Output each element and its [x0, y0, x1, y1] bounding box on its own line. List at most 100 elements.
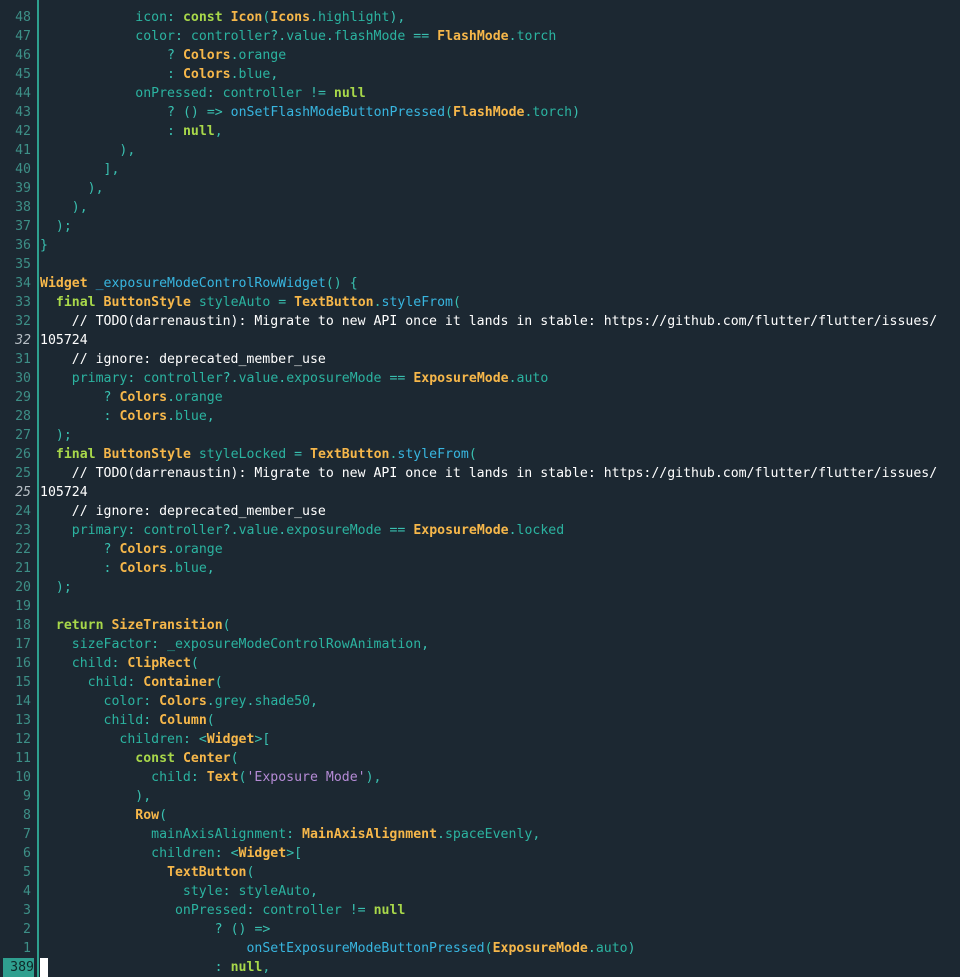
code-text: color: Colors.grey.shade50, [103, 694, 318, 709]
code-line[interactable]: 46 ? Colors.orange [0, 46, 960, 65]
code-line[interactable]: 2 ? () => [0, 920, 960, 939]
line-number: 1 [23, 941, 31, 956]
code-text: : null, [167, 124, 223, 139]
code-line[interactable]: 32 // TODO(darrenaustin): Migrate to new… [0, 312, 960, 331]
line-number: 33 [15, 295, 31, 310]
code-line[interactable]: 25 105724 [0, 483, 960, 502]
code-editor[interactable]: 48 icon: const Icon(Icons.highlight), 47 … [0, 0, 960, 977]
code-line[interactable]: 45 : Colors.blue, [0, 65, 960, 84]
code-line[interactable]: 5 TextButton( [0, 863, 960, 882]
line-number: 5 [23, 865, 31, 880]
code-text: ? Colors.orange [103, 390, 223, 405]
code-text: 105724 [40, 485, 88, 500]
code-text: ? () => [214, 922, 271, 937]
line-number: 20 [15, 580, 31, 595]
line-number: 44 [15, 86, 31, 101]
line-number: 24 [15, 504, 31, 519]
code-line[interactable]: 9 ), [0, 787, 960, 806]
code-text: ? Colors.orange [167, 48, 287, 63]
code-text: children: <Widget>[ [119, 732, 271, 747]
code-line[interactable]: 6 children: <Widget>[ [0, 844, 960, 863]
code-text: onPressed: controller != null [174, 903, 406, 918]
code-line[interactable]: 40 ], [0, 160, 960, 179]
line-number: 9 [23, 789, 31, 804]
code-line[interactable]: 15 child: Container( [0, 673, 960, 692]
line-number: 41 [15, 143, 31, 158]
code-line[interactable]: 16 child: ClipRect( [0, 654, 960, 673]
code-line[interactable]: 43 ? () => onSetFlashModeButtonPressed(F… [0, 103, 960, 122]
code-text: Widget _exposureModeControlRowWidget() { [40, 276, 358, 291]
code-line[interactable]: 14 color: Colors.grey.shade50, [0, 692, 960, 711]
code-text: sizeFactor: _exposureModeControlRowAnima… [71, 637, 430, 652]
code-line[interactable]: 33 final ButtonStyle styleAuto = TextBut… [0, 293, 960, 312]
code-line[interactable]: 34 Widget _exposureModeControlRowWidget()… [0, 274, 960, 293]
code-line[interactable]: 21 : Colors.blue, [0, 559, 960, 578]
code-line[interactable]: 12 children: <Widget>[ [0, 730, 960, 749]
line-number: 3 [23, 903, 31, 918]
code-line[interactable]: 35 [0, 255, 960, 274]
code-line[interactable]: 11 const Center( [0, 749, 960, 768]
code-text: ? Colors.orange [103, 542, 223, 557]
line-number: 16 [15, 656, 31, 671]
code-line[interactable]: 39 ), [0, 179, 960, 198]
code-text: // TODO(darrenaustin): Migrate to new AP… [40, 466, 938, 481]
line-number: 32 [15, 333, 31, 348]
line-number: 6 [23, 846, 31, 861]
code-line[interactable]: 17 sizeFactor: _exposureModeControlRowAn… [0, 635, 960, 654]
code-text: : Colors.blue, [103, 409, 215, 424]
code-line[interactable]: 36} [0, 236, 960, 255]
code-line[interactable]: 47 color: controller?.value.flashMode ==… [0, 27, 960, 46]
code-line[interactable]: 4 style: styleAuto, [0, 882, 960, 901]
code-text: primary: controller?.value.exposureMode … [71, 371, 549, 386]
code-text: mainAxisAlignment: MainAxisAlignment.spa… [151, 827, 541, 842]
code-text: } [40, 238, 48, 253]
code-text: child: Container( [87, 675, 223, 690]
code-line[interactable]: 30 primary: controller?.value.exposureMo… [0, 369, 960, 388]
code-line[interactable]: 19 [0, 597, 960, 616]
code-line[interactable]: 7 mainAxisAlignment: MainAxisAlignment.s… [0, 825, 960, 844]
line-number: 40 [15, 162, 31, 177]
code-text: final ButtonStyle styleLocked = TextButt… [55, 447, 477, 462]
code-line[interactable]: 26 final ButtonStyle styleLocked = TextB… [0, 445, 960, 464]
code-line[interactable]: 25 // TODO(darrenaustin): Migrate to new… [0, 464, 960, 483]
code-line[interactable]: 29 ? Colors.orange [0, 388, 960, 407]
code-line[interactable]: 13 child: Column( [0, 711, 960, 730]
code-line[interactable]: 23 primary: controller?.value.exposureMo… [0, 521, 960, 540]
code-line[interactable]: 8 Row( [0, 806, 960, 825]
line-number: 32 [15, 314, 31, 329]
line-number: 22 [15, 542, 31, 557]
current-line-number: 389 [3, 958, 34, 977]
code-line[interactable]: 18 return SizeTransition( [0, 616, 960, 635]
line-number: 25 [15, 466, 31, 481]
code-line[interactable]: 44 onPressed: controller != null [0, 84, 960, 103]
code-line[interactable]: 37 ); [0, 217, 960, 236]
code-line[interactable]: 3 onPressed: controller != null [0, 901, 960, 920]
code-line[interactable]: 10 child: Text('Exposure Mode'), [0, 768, 960, 787]
code-line[interactable]: 20 ); [0, 578, 960, 597]
code-line[interactable]: 27 ); [0, 426, 960, 445]
code-line[interactable]: 1 onSetExposureModeButtonPressed(Exposur… [0, 939, 960, 958]
code-line[interactable]: 41 ), [0, 141, 960, 160]
code-line[interactable]: 42 : null, [0, 122, 960, 141]
code-line[interactable]: 24 // ignore: deprecated_member_use [0, 502, 960, 521]
line-number: 38 [15, 200, 31, 215]
code-text: // ignore: deprecated_member_use [40, 352, 326, 367]
code-line[interactable]: 28 : Colors.blue, [0, 407, 960, 426]
code-text: Row( [135, 808, 168, 823]
line-number: 30 [15, 371, 31, 386]
line-number: 39 [15, 181, 31, 196]
code-text: child: Text('Exposure Mode'), [151, 770, 382, 785]
code-line[interactable]: 48 icon: const Icon(Icons.highlight), [0, 8, 960, 27]
line-number: 28 [15, 409, 31, 424]
code-line[interactable]: 389 : null, [0, 958, 960, 977]
code-line[interactable]: 31 // ignore: deprecated_member_use [0, 350, 960, 369]
line-number: 8 [23, 808, 31, 823]
code-line[interactable]: 32 105724 [0, 331, 960, 350]
code-line[interactable]: 22 ? Colors.orange [0, 540, 960, 559]
line-number: 11 [15, 751, 31, 766]
line-number: 27 [15, 428, 31, 443]
line-number: 45 [15, 67, 31, 82]
line-number: 46 [15, 48, 31, 63]
code-text: icon: const Icon(Icons.highlight), [135, 10, 406, 25]
code-line[interactable]: 38 ), [0, 198, 960, 217]
